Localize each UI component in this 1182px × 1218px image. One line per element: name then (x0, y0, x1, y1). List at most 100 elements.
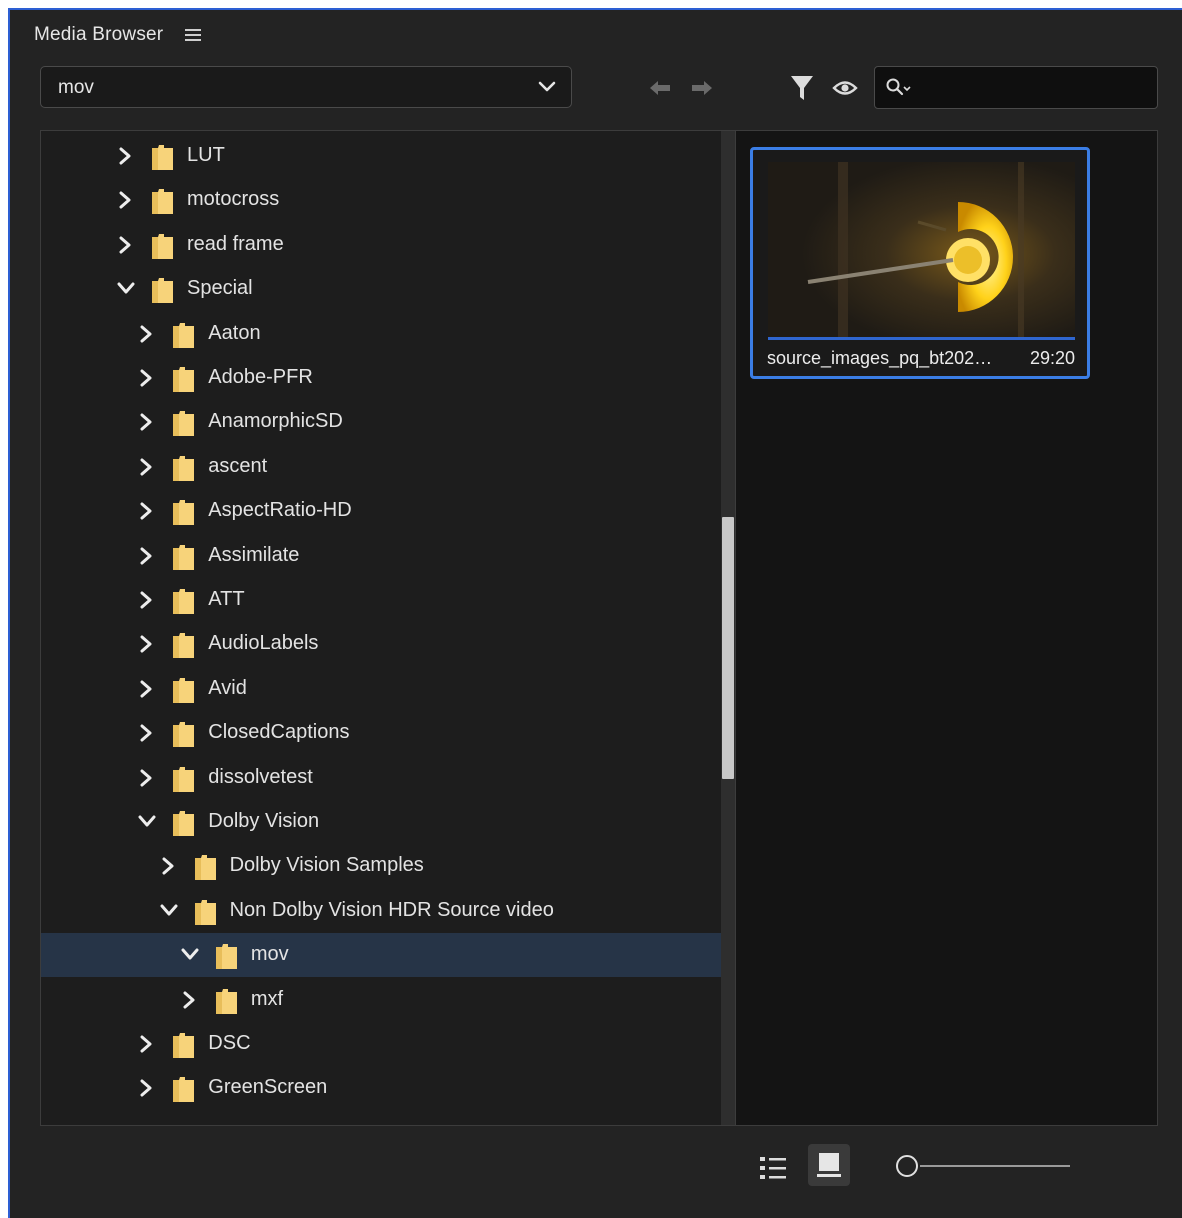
zoom-slider-handle[interactable] (896, 1155, 918, 1177)
tree-folder-label: ClosedCaptions (208, 721, 350, 744)
tree-folder-row[interactable]: ATT (41, 578, 721, 622)
chevron-right-icon[interactable] (138, 325, 154, 343)
tree-folder-row[interactable]: GreenScreen (41, 1066, 721, 1110)
folder-icon (194, 899, 217, 926)
tree-folder-label: mxf (250, 987, 284, 1010)
tree-folder-row[interactable]: AudioLabels (41, 622, 721, 666)
media-thumbnail-card[interactable]: source_images_pq_bt202… 29:20 (750, 147, 1090, 379)
tree-folder-row[interactable]: AspectRatio-HD (41, 489, 721, 533)
tree-folder-row[interactable]: read frame (41, 223, 721, 267)
tree-folder-label: Avid (208, 676, 247, 699)
tree-folder-label: Special (187, 277, 253, 300)
arrow-right-icon[interactable] (690, 78, 714, 103)
chevron-right-icon[interactable] (138, 369, 154, 387)
folder-icon (151, 233, 174, 260)
arrow-left-icon[interactable] (648, 78, 672, 103)
folder-icon (172, 322, 195, 349)
tree-folder-label: Non Dolby Vision HDR Source video (229, 898, 554, 921)
chevron-down-icon[interactable] (138, 813, 156, 831)
search-input[interactable] (915, 73, 1149, 103)
folder-icon (172, 1032, 195, 1059)
chevron-right-icon[interactable] (138, 591, 154, 609)
tree-folder-label: Aaton (208, 321, 261, 344)
chevron-right-icon[interactable] (138, 724, 154, 742)
folder-icon (172, 810, 195, 837)
tree-folder-label: ATT (208, 588, 245, 610)
chevron-right-icon[interactable] (138, 1035, 154, 1053)
tree-folder-row[interactable]: Aaton (41, 312, 721, 356)
tree-folder-row[interactable]: motocross (41, 178, 721, 222)
tree-folder-label: AudioLabels (208, 632, 319, 655)
tree-folder-row[interactable]: Assimilate (41, 534, 721, 578)
folder-icon (151, 188, 174, 215)
chevron-right-icon[interactable] (138, 502, 154, 520)
folder-icon (172, 499, 195, 526)
folder-icon (172, 632, 195, 659)
tree-folder-label: Adobe-PFR (208, 366, 313, 388)
zoom-slider-track[interactable] (920, 1165, 1070, 1167)
tree-folder-label: AnamorphicSD (208, 410, 343, 433)
tree-folder-label: motocross (187, 188, 280, 211)
chevron-right-icon[interactable] (138, 458, 154, 476)
chevron-right-icon[interactable] (138, 769, 154, 787)
icon-view-button[interactable] (808, 1144, 850, 1186)
chevron-right-icon[interactable] (138, 1079, 154, 1097)
chevron-right-icon[interactable] (160, 857, 176, 875)
tree-folder-label: Dolby Vision (208, 810, 320, 832)
folder-icon (172, 455, 195, 482)
filter-icon[interactable] (790, 74, 814, 107)
chevron-right-icon[interactable] (181, 991, 197, 1009)
tree-folder-label: dissolvetest (208, 765, 313, 788)
tree-folder-row[interactable]: ClosedCaptions (41, 711, 721, 755)
chevron-down-icon[interactable] (160, 902, 178, 920)
tree-folder-row[interactable]: LUT (41, 134, 721, 178)
path-dropdown-value: mov (58, 77, 94, 98)
tree-folder-row[interactable]: Non Dolby Vision HDR Source video (41, 889, 721, 933)
panel-menu-icon[interactable] (185, 29, 202, 41)
list-view-icon[interactable] (758, 1153, 790, 1183)
search-icon (885, 77, 915, 104)
folder-icon (172, 366, 195, 393)
chevron-right-icon[interactable] (117, 236, 133, 254)
tree-folder-row[interactable]: AnamorphicSD (41, 400, 721, 444)
tree-folder-label: LUT (187, 144, 225, 166)
chevron-right-icon[interactable] (138, 635, 154, 653)
tree-folder-row[interactable]: Dolby Vision (41, 800, 721, 844)
tree-folder-row[interactable]: Special (41, 267, 721, 311)
tree-folder-row[interactable]: Dolby Vision Samples (41, 844, 721, 888)
panel-title[interactable]: Media Browser (34, 24, 163, 46)
media-duration: 29:20 (1029, 348, 1075, 368)
tree-folder-row[interactable]: mov (41, 933, 721, 978)
chevron-right-icon[interactable] (138, 413, 154, 431)
tree-folder-row[interactable]: mxf (41, 978, 721, 1022)
eye-icon[interactable] (832, 78, 858, 103)
tree-folder-row[interactable]: dissolvetest (41, 756, 721, 800)
tree-folder-label: mov (250, 943, 289, 966)
folder-icon (172, 721, 195, 748)
tree-scrollbar[interactable] (721, 131, 735, 1125)
tree-scrollbar-thumb[interactable] (722, 517, 734, 779)
path-dropdown[interactable]: mov (40, 66, 572, 108)
tree-folder-row[interactable]: Adobe-PFR (41, 356, 721, 400)
chevron-down-icon[interactable] (181, 946, 199, 964)
media-thumbnail-image (768, 162, 1075, 338)
zoom-slider[interactable] (896, 1154, 1076, 1178)
search-field[interactable] (874, 66, 1158, 109)
tree-folder-row[interactable]: Avid (41, 667, 721, 711)
folder-icon (172, 410, 195, 437)
chevron-down-icon (537, 77, 557, 102)
chevron-right-icon[interactable] (138, 680, 154, 698)
chevron-down-icon[interactable] (117, 280, 135, 298)
folder-tree[interactable]: LUT motocross read frame Special Aaton Adobe-… (40, 130, 736, 1126)
tree-folder-row[interactable]: DSC (41, 1022, 721, 1066)
folder-icon (215, 943, 238, 970)
folder-icon (172, 677, 195, 704)
chevron-right-icon[interactable] (138, 547, 154, 565)
folder-icon (172, 588, 195, 615)
thumbnail-progress-bar (768, 337, 1075, 340)
tree-folder-label: GreenScreen (208, 1076, 328, 1099)
chevron-right-icon[interactable] (117, 147, 133, 165)
tree-folder-label: DSC (208, 1032, 251, 1054)
chevron-right-icon[interactable] (117, 191, 133, 209)
tree-folder-row[interactable]: ascent (41, 445, 721, 489)
